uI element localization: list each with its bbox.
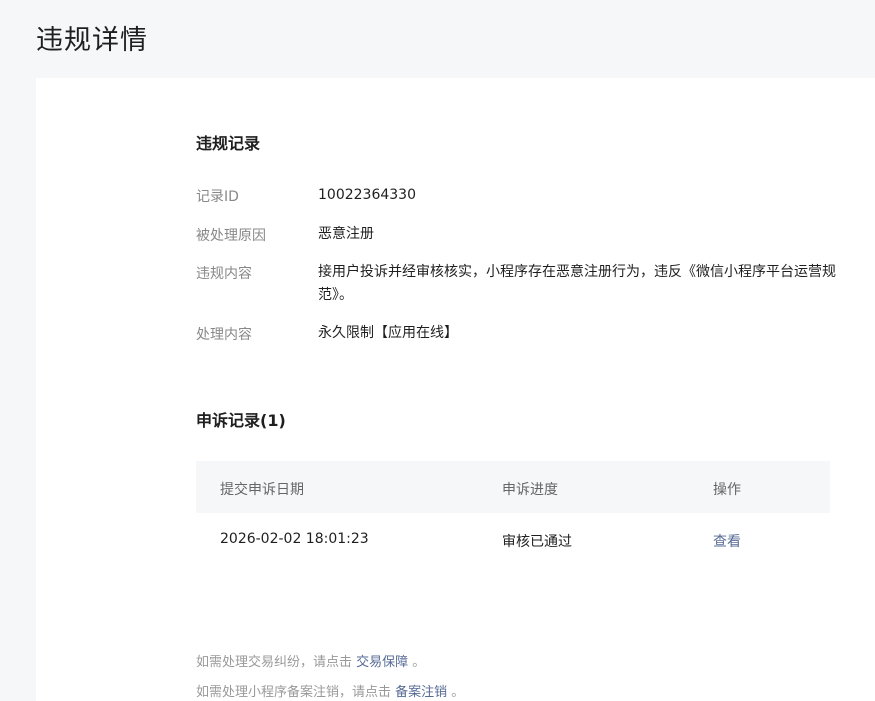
record-id-value: 10022364330 <box>318 187 416 203</box>
violation-section-title: 违规记录 <box>196 134 261 153</box>
reason-label: 被处理原因 <box>196 228 266 244</box>
appeal-table-header: 提交申诉日期 申诉进度 操作 <box>196 461 830 513</box>
header-action: 操作 <box>713 482 741 498</box>
trade-protection-link[interactable]: 交易保障 <box>356 655 408 670</box>
appeal-date: 2026-02-02 18:01:23 <box>220 531 369 547</box>
trade-dispute-note: 如需处理交易纠纷，请点击 交易保障 。 <box>196 651 425 670</box>
reason-value: 恶意注册 <box>318 226 374 242</box>
detail-card <box>36 78 875 701</box>
violation-content-label: 违规内容 <box>196 266 252 282</box>
header-progress: 申诉进度 <box>502 482 558 498</box>
violation-content-line1: 接用户投诉并经审核核实，小程序存在恶意注册行为，违反《微信小程序平台运营规 <box>318 264 836 280</box>
filing-cancel-link[interactable]: 备案注销 <box>395 685 447 700</box>
appeal-section-title: 申诉记录(1) <box>196 411 286 430</box>
note-text: 如需处理交易纠纷，请点击 <box>196 655 357 670</box>
view-appeal-link[interactable]: 查看 <box>713 531 741 551</box>
appeal-status: 审核已通过 <box>502 534 572 550</box>
filing-cancel-note: 如需处理小程序备案注销，请点击 备案注销 。 <box>196 681 464 700</box>
record-id-label: 记录ID <box>196 189 239 205</box>
page-title: 违规详情 <box>36 25 148 56</box>
handling-label: 处理内容 <box>196 327 252 343</box>
note-text: 如需处理小程序备案注销，请点击 <box>196 685 396 700</box>
note-suffix: 。 <box>447 685 465 700</box>
header-date: 提交申诉日期 <box>220 482 304 498</box>
handling-value: 永久限制【应用在线】 <box>318 325 458 341</box>
violation-content-line2: 范》。 <box>318 287 353 303</box>
note-suffix: 。 <box>408 655 426 670</box>
